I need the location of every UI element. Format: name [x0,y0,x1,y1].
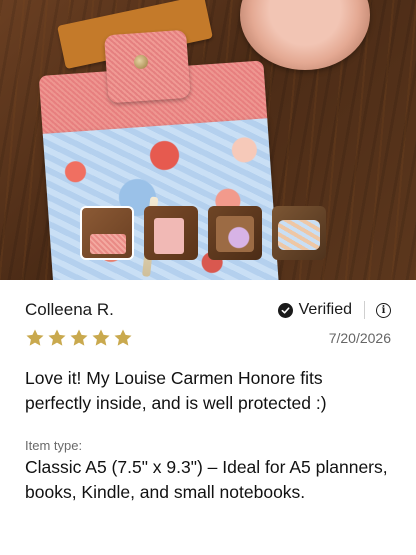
thumbnail-4[interactable] [272,206,326,260]
star-icon [26,329,44,346]
verified-group: Verified i [277,301,391,319]
review-photo[interactable] [0,0,416,280]
divider [364,301,365,319]
star-icon [92,329,110,346]
bag-flap [104,29,191,104]
star-icon [70,329,88,346]
verified-label: Verified [298,301,352,318]
review-body: Love it! My Louise Carmen Honore fits pe… [25,368,327,413]
thumbnail-1[interactable] [80,206,134,260]
check-circle-icon [277,302,293,318]
info-icon[interactable]: i [376,302,391,318]
thumbnail-strip [80,206,326,260]
review-card: Colleena R. Verified i 7/20/2026 Love it… [25,300,391,505]
star-icon [48,329,66,346]
star-rating [25,328,133,348]
thumbnail-3[interactable] [208,206,262,260]
review-date: 7/20/2026 [328,330,391,346]
reviewer-name: Colleena R. [25,300,114,319]
thumbnail-2[interactable] [144,206,198,260]
rating-row: 7/20/2026 [25,320,391,348]
snap-button [133,54,149,70]
star-icon [114,329,132,346]
item-type-value: Classic A5 (7.5" x 9.3") – Ideal for A5 … [25,457,388,502]
item-type-label: Item type: [25,438,83,453]
review-header: Colleena R. Verified i [25,300,391,320]
verified-badge: Verified [277,301,352,319]
